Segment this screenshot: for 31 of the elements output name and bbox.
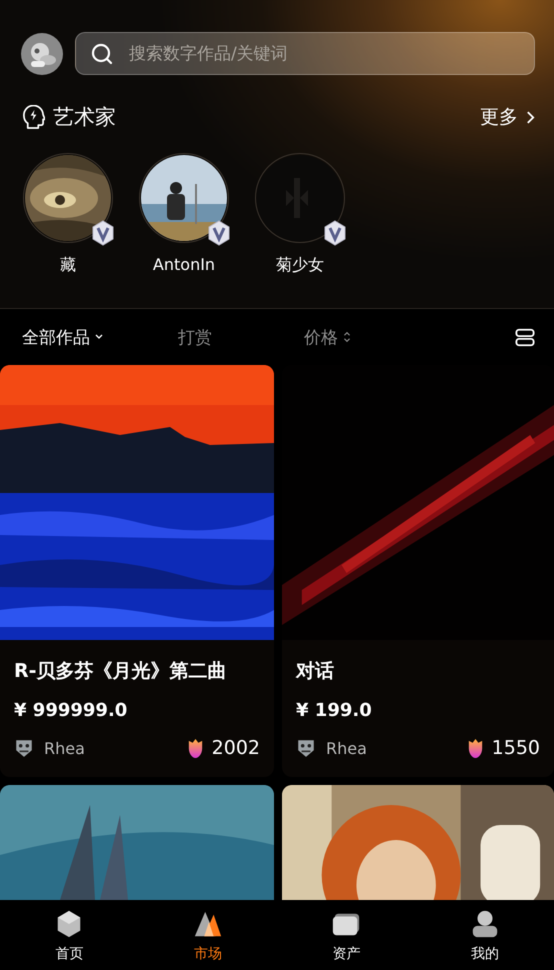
artist-name[interactable]: 藏 — [60, 255, 76, 276]
filter-tab[interactable]: 打赏 — [178, 326, 212, 348]
head-lightning-icon — [22, 104, 45, 130]
like-count: 2002 — [212, 737, 260, 759]
artwork-card[interactable]: 对话 ¥ 199.0 Rhea 1550 — [282, 365, 554, 777]
search-field[interactable]: 搜索数字作品/关键词 — [75, 32, 535, 75]
artwork-price: ¥ 999999.0 — [14, 700, 128, 721]
artist-name[interactable]: AntonIn — [152, 255, 216, 274]
owner-avatar-icon — [14, 738, 34, 758]
section-title: 艺术家 — [53, 104, 116, 131]
search-icon — [90, 42, 114, 66]
chevron-right-icon — [526, 110, 535, 124]
artwork-card[interactable]: R-贝多芬《月光》第二曲 ¥ 999999.0 Rhea 2002 — [0, 365, 274, 777]
owner-name: Rhea — [326, 738, 367, 758]
nav-tab[interactable]: 首页 — [0, 900, 138, 970]
owner-avatar-icon — [296, 738, 316, 758]
artwork-title: R-贝多芬《月光》第二曲 — [14, 659, 228, 684]
artist-name[interactable]: 菊少女 — [276, 255, 324, 276]
nav-tab[interactable]: 资产 — [277, 900, 416, 970]
layout-toggle-icon[interactable] — [515, 328, 535, 346]
sort-arrows-icon — [342, 331, 352, 343]
artwork-title: 对话 — [296, 659, 335, 684]
filter-tab[interactable]: 全部作品 — [22, 326, 104, 348]
owner-name: Rhea — [44, 738, 85, 758]
more-link[interactable]: 更多 — [480, 104, 535, 130]
nav-tab[interactable]: 市场 — [138, 900, 277, 970]
like-count: 1550 — [492, 737, 540, 759]
nav-tab[interactable]: 我的 — [416, 900, 554, 970]
filter-tab[interactable]: 价格 — [304, 326, 352, 348]
artwork-price: ¥ 199.0 — [296, 700, 373, 721]
triangle-icon — [192, 909, 223, 939]
